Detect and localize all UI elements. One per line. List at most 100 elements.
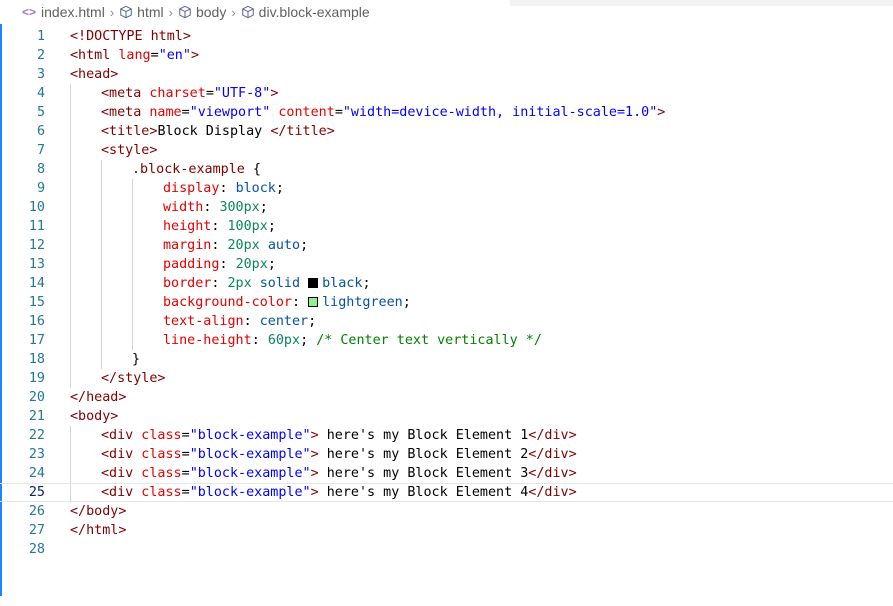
code-line[interactable]: 8 .block-example {: [0, 160, 893, 179]
code-token: class: [133, 428, 182, 443]
code-text: </html>: [70, 521, 126, 540]
indent-guide: [70, 274, 71, 293]
code-line[interactable]: 2 <html lang="en">: [0, 46, 893, 65]
code-token: "block-example": [189, 485, 311, 500]
breadcrumb-item-div[interactable]: div.block-example: [241, 4, 370, 20]
color-swatch-icon[interactable]: [308, 297, 319, 307]
code-text: width: 300px;: [163, 198, 268, 217]
code-token: height: [163, 219, 212, 234]
code-token: auto: [267, 238, 301, 253]
indent-guide: [101, 179, 102, 198]
code-line[interactable]: 14 border: 2px solid black;: [0, 274, 893, 293]
indent-guide: [70, 122, 71, 141]
code-token: border: [163, 276, 212, 291]
indent-guide: [132, 312, 133, 331]
code-line[interactable]: 27 </html>: [0, 521, 893, 540]
breadcrumb-item-html[interactable]: html: [119, 4, 164, 20]
code-line[interactable]: 25 <div class="block-example"> here's my …: [0, 483, 893, 503]
breadcrumb-item-body[interactable]: body: [178, 4, 226, 20]
indent-guide: [101, 255, 102, 274]
code-text: <!DOCTYPE html>: [70, 27, 191, 46]
chevron-right-icon: ›: [109, 4, 115, 20]
code-token: 60px: [267, 333, 301, 348]
indent-guide: [70, 331, 71, 350]
code-line[interactable]: 10 width: 300px;: [0, 198, 893, 217]
code-editor[interactable]: 1 <!DOCTYPE html> 2 <html lang="en"> 3 <head>…: [0, 24, 893, 564]
code-token: =: [181, 466, 190, 481]
code-line[interactable]: 12 margin: 20px auto;: [0, 236, 893, 255]
code-line[interactable]: 21 <body>: [0, 407, 893, 426]
line-number: 6: [36, 124, 45, 139]
color-swatch-icon[interactable]: [308, 278, 319, 288]
code-token: ;: [300, 333, 317, 348]
chevron-right-icon: ›: [168, 4, 173, 20]
code-token: =: [181, 105, 190, 120]
code-line[interactable]: 5 <meta name="viewport" content="width=de…: [0, 103, 893, 122]
code-token: </html>: [70, 523, 127, 538]
line-number: 20: [28, 390, 45, 405]
code-line[interactable]: 11 height: 100px;: [0, 217, 893, 236]
line-number: 11: [28, 219, 45, 234]
indent-guide: [132, 293, 133, 312]
code-token: "block-example": [189, 466, 311, 481]
code-text: margin: 20px auto;: [163, 236, 308, 255]
line-number: 19: [28, 371, 45, 386]
code-line[interactable]: 3 <head>: [0, 65, 893, 84]
code-token: >: [657, 105, 666, 120]
code-token: <body>: [70, 409, 119, 424]
code-token: class: [133, 466, 182, 481]
indent-guide: [70, 312, 71, 331]
code-line[interactable]: 22 <div class="block-example"> here's my …: [0, 426, 893, 445]
code-line[interactable]: 6 <title>Block Display </title>: [0, 122, 893, 141]
code-token: solid: [259, 276, 301, 291]
code-line[interactable]: 23 <div class="block-example"> here's my …: [0, 445, 893, 464]
code-line[interactable]: 7 <style>: [0, 141, 893, 160]
indent-guide: [70, 160, 71, 179]
breadcrumb-item-label: div.block-example: [258, 4, 370, 20]
line-number: 3: [36, 67, 45, 82]
code-token: padding: [163, 257, 220, 272]
code-token: :: [211, 238, 228, 253]
indent-guide: [70, 141, 71, 160]
code-token: >: [310, 447, 319, 462]
code-line[interactable]: 9 display: block;: [0, 179, 893, 198]
code-token: "block-example": [189, 428, 311, 443]
line-number: 15: [28, 295, 45, 310]
code-token: "block-example": [189, 447, 311, 462]
code-token: ;: [259, 200, 268, 215]
code-text: <body>: [70, 407, 118, 426]
code-token: </style>: [101, 371, 166, 386]
code-token: :: [219, 257, 236, 272]
code-token: center: [259, 314, 309, 329]
code-token: }: [132, 352, 141, 367]
code-token: text-align: [163, 314, 244, 329]
code-line[interactable]: 17 line-height: 60px; /* Center text vert…: [0, 331, 893, 350]
code-token: 2px: [227, 276, 252, 291]
code-token: </div>: [528, 485, 577, 500]
code-line[interactable]: 4 <meta charset="UTF-8">: [0, 84, 893, 103]
indent-guide: [70, 84, 71, 103]
code-line[interactable]: 13 padding: 20px;: [0, 255, 893, 274]
code-line[interactable]: 24 <div class="block-example"> here's my …: [0, 464, 893, 483]
code-token: <meta: [101, 105, 142, 120]
code-line[interactable]: 19 </style>: [0, 369, 893, 388]
code-line[interactable]: 15 background-color: lightgreen;: [0, 293, 893, 312]
breadcrumb-file[interactable]: <> index.html: [22, 4, 105, 20]
code-line[interactable]: 28: [0, 540, 893, 559]
code-line[interactable]: 16 text-align: center;: [0, 312, 893, 331]
code-token: width: [163, 200, 204, 215]
code-token: ;: [362, 276, 371, 291]
indent-guide: [70, 103, 71, 122]
code-text: <html lang="en">: [70, 46, 199, 65]
code-line[interactable]: 20 </head>: [0, 388, 893, 407]
line-number: 4: [36, 86, 45, 101]
code-line[interactable]: 26 </body>: [0, 502, 893, 521]
code-token: <!DOCTYPE html>: [70, 29, 191, 44]
code-text: text-align: center;: [163, 312, 316, 331]
code-text: .block-example {: [132, 160, 261, 179]
code-line[interactable]: 18}: [0, 350, 893, 369]
code-token: :: [219, 181, 236, 196]
code-line[interactable]: 1 <!DOCTYPE html>: [0, 27, 893, 46]
code-token: lang: [110, 48, 151, 63]
